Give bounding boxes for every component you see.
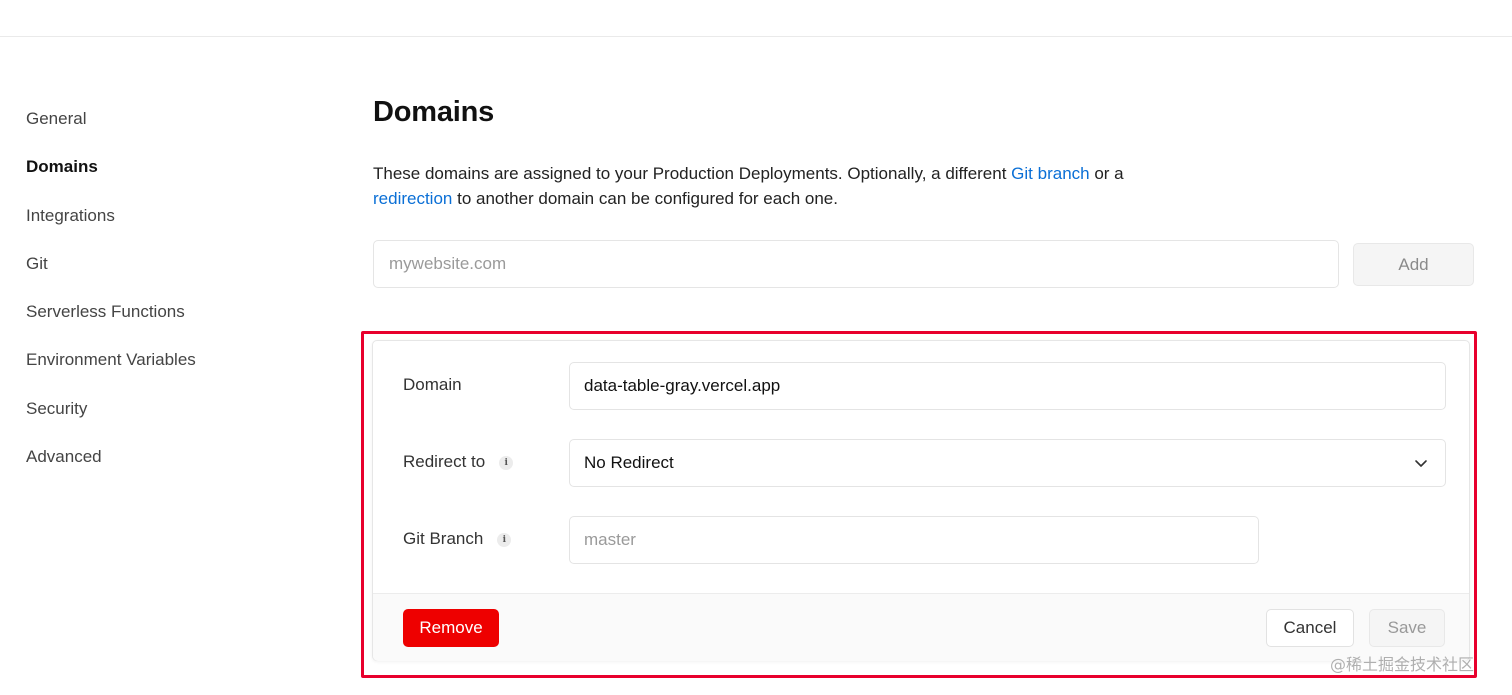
sidebar-item-security[interactable]: Security bbox=[26, 393, 286, 441]
sidebar-item-environment-variables[interactable]: Environment Variables bbox=[26, 344, 286, 392]
sidebar-item-general[interactable]: General bbox=[26, 103, 286, 151]
description-text-2: or a bbox=[1089, 164, 1124, 183]
description-text-1: These domains are assigned to your Produ… bbox=[373, 164, 1012, 183]
sidebar-item-domains[interactable]: Domains bbox=[26, 151, 286, 199]
add-domain-button[interactable]: Add bbox=[1353, 243, 1474, 286]
sidebar-item-integrations[interactable]: Integrations bbox=[26, 200, 286, 248]
settings-sidebar: General Domains Integrations Git Serverl… bbox=[26, 103, 286, 489]
add-domain-input[interactable] bbox=[373, 240, 1339, 288]
sidebar-item-git[interactable]: Git bbox=[26, 248, 286, 296]
git-branch-link[interactable]: Git branch bbox=[1011, 164, 1089, 183]
description-text-3: to another domain can be configured for … bbox=[452, 188, 838, 208]
sidebar-item-advanced[interactable]: Advanced bbox=[26, 441, 286, 489]
domains-description: These domains are assigned to your Produ… bbox=[373, 162, 1193, 211]
redirection-link[interactable]: redirection bbox=[373, 189, 452, 208]
page-title: Domains bbox=[373, 96, 495, 128]
highlight-frame bbox=[361, 331, 1477, 678]
watermark: @稀土掘金技术社区 bbox=[1330, 655, 1475, 674]
sidebar-item-serverless-functions[interactable]: Serverless Functions bbox=[26, 296, 286, 344]
top-divider bbox=[0, 36, 1512, 37]
